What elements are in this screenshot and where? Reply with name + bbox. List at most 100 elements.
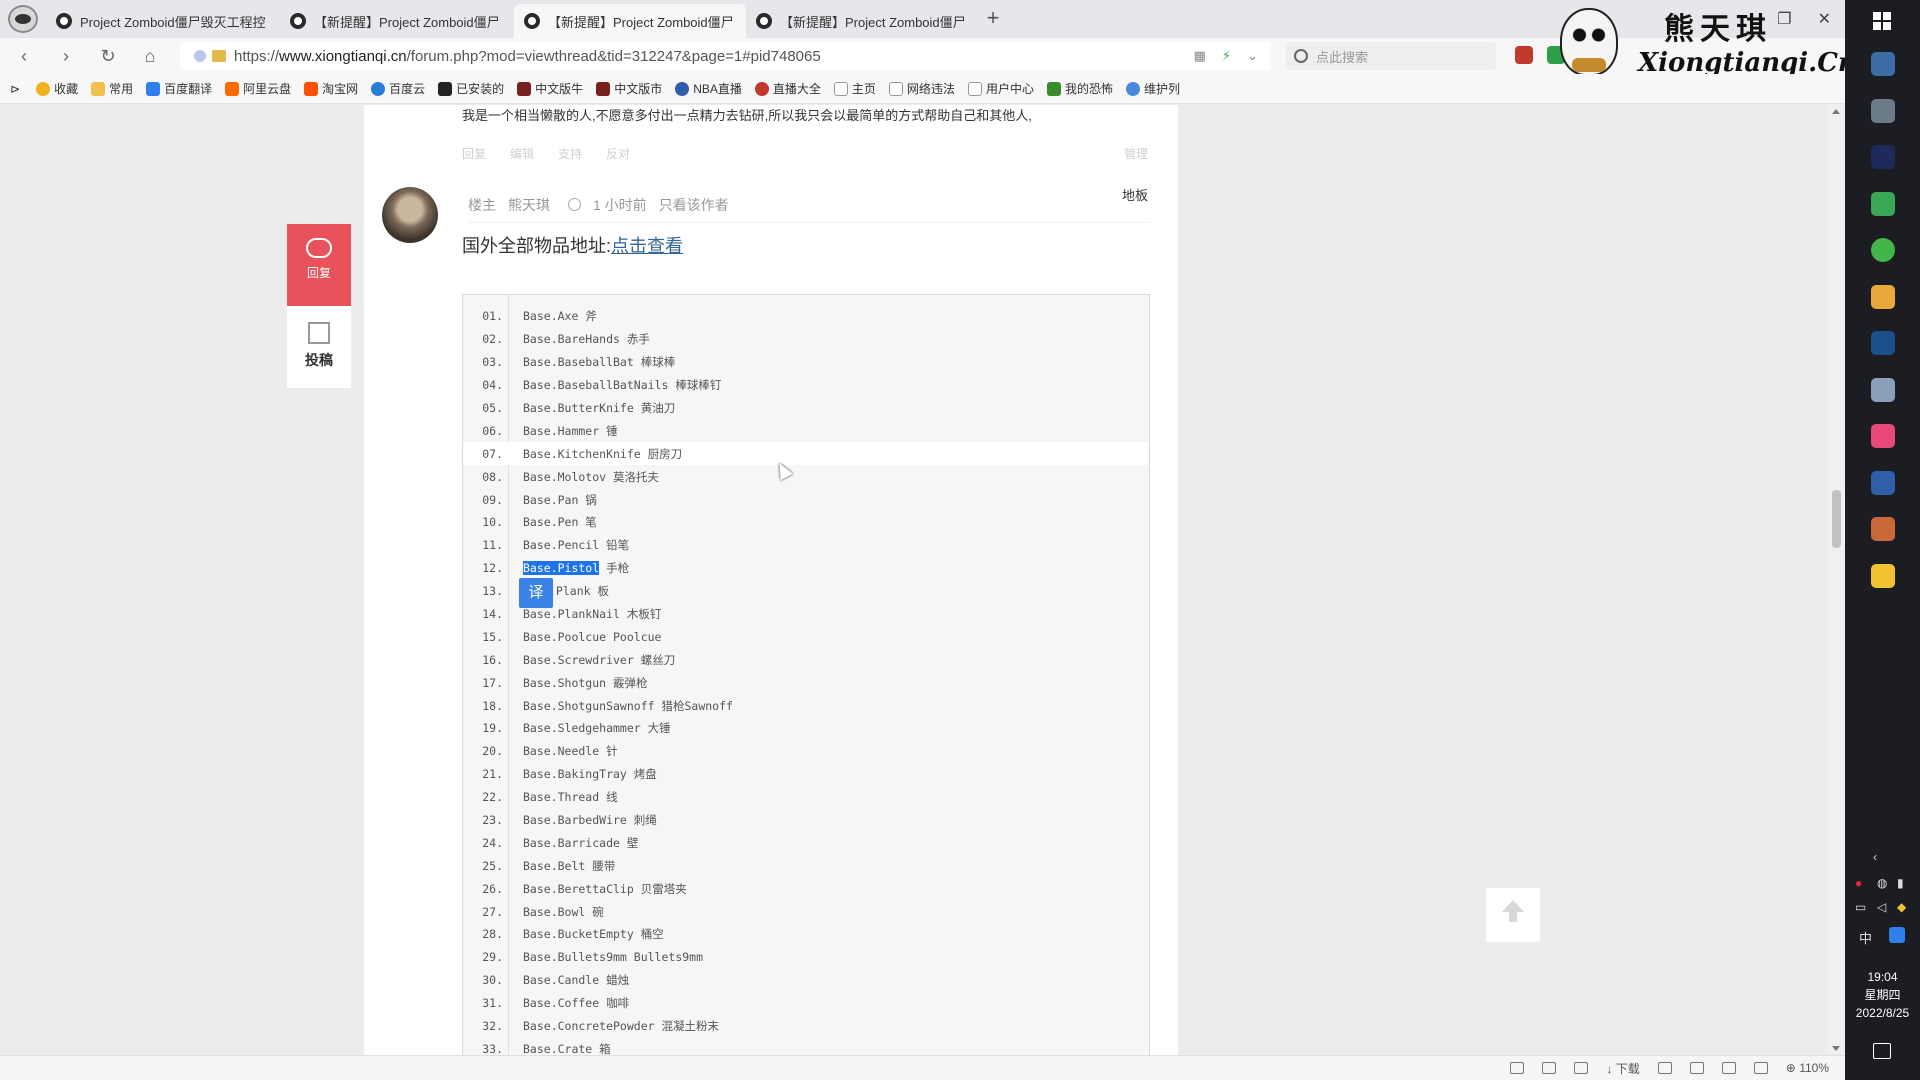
bookmark-item[interactable]: 已安装的 (438, 80, 504, 97)
browser-logo-icon[interactable] (8, 5, 38, 33)
qr-code-icon[interactable]: ▦ (1194, 48, 1206, 64)
incognito-icon[interactable] (1657, 1062, 1672, 1074)
line-number: 29. (482, 950, 503, 965)
code-line: 33. Base.Crate 箱 (463, 1038, 1149, 1055)
system-clock[interactable]: 19:04 星期四 2022/8/25 (1845, 968, 1920, 1022)
code-line: 11. Base.Pencil 铅笔 (463, 534, 1149, 557)
tab-4[interactable]: 【新提醒】Project Zomboid僵尸 (746, 4, 978, 38)
taskbar-app-icon[interactable] (1871, 98, 1895, 123)
bookmark-item[interactable]: 用户中心 (967, 80, 1034, 97)
translate-icon[interactable] (1689, 1062, 1704, 1074)
bookmark-item[interactable]: 维护列 (1125, 80, 1180, 97)
scroll-thumb[interactable] (1832, 490, 1841, 548)
search-input[interactable]: 点此搜索 (1286, 42, 1496, 70)
avatar[interactable] (382, 187, 438, 243)
code-text: Base.PlankNail 木板钉 (523, 607, 662, 622)
bookmark-item[interactable]: 网络违法 (888, 80, 955, 97)
taskbar-app-icon[interactable] (1871, 191, 1895, 216)
bookmark-item[interactable]: 淘宝网 (304, 80, 358, 97)
code-text: Base.BerettaClip 贝雷塔夹 (523, 881, 687, 896)
reply-link[interactable]: 回复 (462, 145, 486, 162)
tab-1[interactable]: Project Zomboid僵尸毁灭工程控 (46, 4, 278, 38)
code-line: 17. Base.Shotgun 霰弹枪 (463, 671, 1149, 694)
code-line: 05. Base.ButterKnife 黄油刀 (463, 397, 1149, 420)
side-reply-button[interactable]: 回复 (287, 224, 351, 306)
author-name[interactable]: 熊天琪 (508, 195, 550, 215)
previous-post-text: 我是一个相当懒散的人,不愿意多付出一点精力去钻研,所以我只会以最简单的方式帮助自… (462, 108, 1032, 123)
bookmark-item[interactable]: 百度翻译 (146, 80, 212, 97)
zoom-level[interactable]: ⊕ 110% (1786, 1061, 1829, 1075)
chevron-left-icon[interactable]: ‹ (1873, 850, 1877, 864)
line-number: 08. (482, 469, 503, 484)
notification-icon[interactable] (1873, 1043, 1891, 1059)
bookmark-item[interactable]: 直播大全 (754, 80, 821, 97)
ime-indicator[interactable]: 中 (1859, 928, 1872, 947)
bookmark-item[interactable]: 主页 (833, 80, 876, 97)
post-card: 我是一个相当懒散的人,不愿意多付出一点精力去钻研,所以我只会以最简单的方式帮助自… (364, 105, 1178, 1055)
bookmark-item[interactable]: 中文版市 (596, 80, 662, 97)
only-author-link[interactable]: 只看该作者 (659, 195, 729, 215)
heart-icon[interactable] (1542, 1062, 1557, 1074)
taskbar-app-icon[interactable] (1871, 563, 1895, 588)
vertical-scrollbar[interactable] (1827, 105, 1845, 1055)
steam-tray-icon[interactable]: ◍ (1877, 876, 1887, 890)
image-icon[interactable] (1510, 1062, 1525, 1074)
taskbar-app-icon[interactable] (1871, 331, 1895, 355)
network-icon[interactable]: ▭ (1855, 900, 1866, 914)
taskbar-app-icon[interactable] (1871, 52, 1895, 76)
extension-icon[interactable] (1515, 46, 1533, 64)
input-method-icon[interactable] (1889, 927, 1905, 943)
watermark-title: 熊天琪 (1664, 12, 1772, 47)
taskbar-app-icon[interactable] (1871, 238, 1895, 262)
window-icon[interactable] (1721, 1062, 1736, 1074)
record-icon[interactable]: ● (1855, 876, 1862, 890)
bookmark-item[interactable]: NBA直播 (675, 80, 742, 97)
side-reply-label: 回复 (306, 266, 331, 280)
taskbar-app-icon[interactable] (1871, 424, 1895, 448)
manage-link[interactable]: 管理 (1124, 145, 1148, 162)
scroll-down-icon[interactable] (1832, 1046, 1840, 1051)
taskbar-app-icon[interactable] (1871, 470, 1895, 495)
microphone-icon[interactable]: ▮ (1897, 876, 1904, 890)
bookmark-favorites[interactable]: 收藏 (36, 80, 78, 97)
bookmark-item[interactable]: 百度云 (371, 80, 425, 97)
rocket-icon[interactable] (1574, 1062, 1589, 1074)
taskbar-app-icon[interactable] (1871, 284, 1895, 309)
download-button[interactable]: ↓ 下载 (1606, 1060, 1639, 1077)
oppose-link[interactable]: 反对 (606, 145, 630, 162)
qq-icon[interactable]: ◆ (1897, 900, 1906, 914)
line-number: 27. (482, 904, 503, 919)
code-text: Base.Bullets9mm Bullets9mm (523, 950, 704, 965)
taskbar-app-icon[interactable] (1871, 517, 1895, 541)
back-button[interactable]: ‹ (12, 44, 36, 68)
taskbar-app-icon[interactable] (1871, 145, 1895, 169)
sidebar-toggle-icon[interactable]: ⊳ (10, 82, 20, 96)
volume-icon[interactable] (1753, 1062, 1768, 1074)
bookmark-item[interactable]: 中文版牛 (517, 80, 583, 97)
home-button[interactable]: ⌂ (138, 44, 162, 68)
speed-mode-icon[interactable]: ⚡ (1222, 48, 1231, 64)
edit-link[interactable]: 编辑 (510, 145, 534, 162)
view-link[interactable]: 点击查看 (611, 236, 683, 256)
tab-2[interactable]: 【新提醒】Project Zomboid僵尸 (280, 4, 512, 38)
forward-button[interactable]: › (54, 44, 78, 68)
reload-button[interactable]: ↻ (96, 44, 120, 68)
support-link[interactable]: 支持 (558, 145, 582, 162)
bookmark-item[interactable]: 我的恐怖 (1046, 80, 1113, 97)
new-tab-button[interactable]: + (980, 6, 1006, 32)
translate-button[interactable]: 译 (519, 578, 553, 608)
code-text: Base.Hammer 锤 (523, 423, 618, 438)
taskbar-app-icon[interactable] (1871, 377, 1895, 402)
windows-start-icon[interactable] (1873, 12, 1891, 30)
code-text: Base.Molotov 莫洛托夫 (523, 469, 660, 484)
side-post-button[interactable]: 投稿 (287, 306, 351, 388)
tab-3-active[interactable]: 【新提醒】Project Zomboid僵尸 (514, 4, 746, 38)
address-bar[interactable]: https://www.xiongtianqi.cn/forum.php?mod… (180, 42, 1270, 70)
code-line: 07. Base.KitchenKnife 厨房刀 (463, 442, 1149, 466)
scroll-up-icon[interactable] (1832, 109, 1840, 114)
bookmark-common[interactable]: 常用 (91, 80, 133, 97)
bookmark-item[interactable]: 阿里云盘 (225, 80, 291, 97)
chevron-down-icon[interactable]: ⌄ (1247, 48, 1258, 64)
speaker-icon[interactable]: ◁ (1877, 900, 1886, 914)
back-to-top-button[interactable] (1486, 888, 1540, 942)
